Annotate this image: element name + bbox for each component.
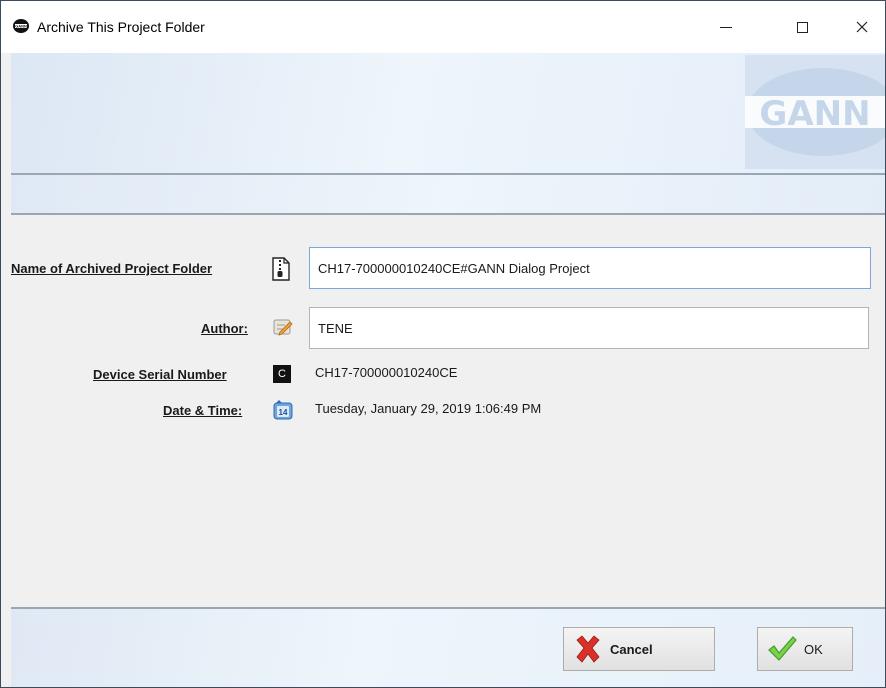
close-icon bbox=[856, 21, 868, 33]
cancel-label: Cancel bbox=[610, 641, 653, 657]
serial-label: Device Serial Number bbox=[93, 367, 227, 382]
window-title: Archive This Project Folder bbox=[37, 19, 205, 35]
header-strip bbox=[11, 175, 885, 215]
ok-label: OK bbox=[804, 641, 823, 657]
logo-text: GANN bbox=[759, 94, 870, 134]
gann-logo: GANN bbox=[745, 55, 885, 169]
maximize-button[interactable] bbox=[779, 1, 825, 53]
pencil-note-icon bbox=[273, 319, 293, 336]
button-bar: Cancel OK bbox=[11, 607, 885, 687]
zip-archive-icon bbox=[272, 257, 290, 281]
datetime-value: Tuesday, January 29, 2019 1:06:49 PM bbox=[315, 401, 542, 416]
archive-dialog: GANN Archive This Project Folder GANN Na… bbox=[0, 0, 886, 688]
gann-logo-graphic: GANN bbox=[745, 68, 885, 156]
minimize-button[interactable] bbox=[703, 1, 749, 53]
folder-name-input[interactable] bbox=[309, 247, 871, 289]
cancel-x-icon bbox=[576, 635, 600, 663]
author-input[interactable] bbox=[309, 307, 869, 349]
ok-check-icon bbox=[768, 636, 797, 661]
ok-button[interactable]: OK bbox=[757, 627, 853, 671]
calendar-icon: 14 bbox=[273, 400, 293, 420]
device-serial-icon: C bbox=[273, 365, 291, 383]
maximize-icon bbox=[796, 21, 808, 33]
title-bar[interactable]: GANN Archive This Project Folder bbox=[1, 1, 885, 53]
minimize-icon bbox=[720, 26, 732, 28]
app-icon-text: GANN bbox=[15, 24, 27, 29]
cancel-button[interactable]: Cancel bbox=[563, 627, 715, 671]
serial-value: CH17-700000010240CE bbox=[315, 365, 458, 380]
author-label: Author: bbox=[201, 321, 248, 336]
gann-app-icon: GANN bbox=[13, 19, 29, 33]
folder-name-label: Name of Archived Project Folder bbox=[11, 261, 213, 276]
header-banner: GANN bbox=[11, 53, 885, 175]
serial-icon-glyph: C bbox=[278, 368, 286, 380]
datetime-label: Date & Time: bbox=[163, 403, 243, 418]
form-area: Name of Archived Project Folder Author: … bbox=[11, 215, 885, 607]
calendar-icon-text: 14 bbox=[279, 408, 288, 417]
close-button[interactable] bbox=[839, 1, 885, 53]
